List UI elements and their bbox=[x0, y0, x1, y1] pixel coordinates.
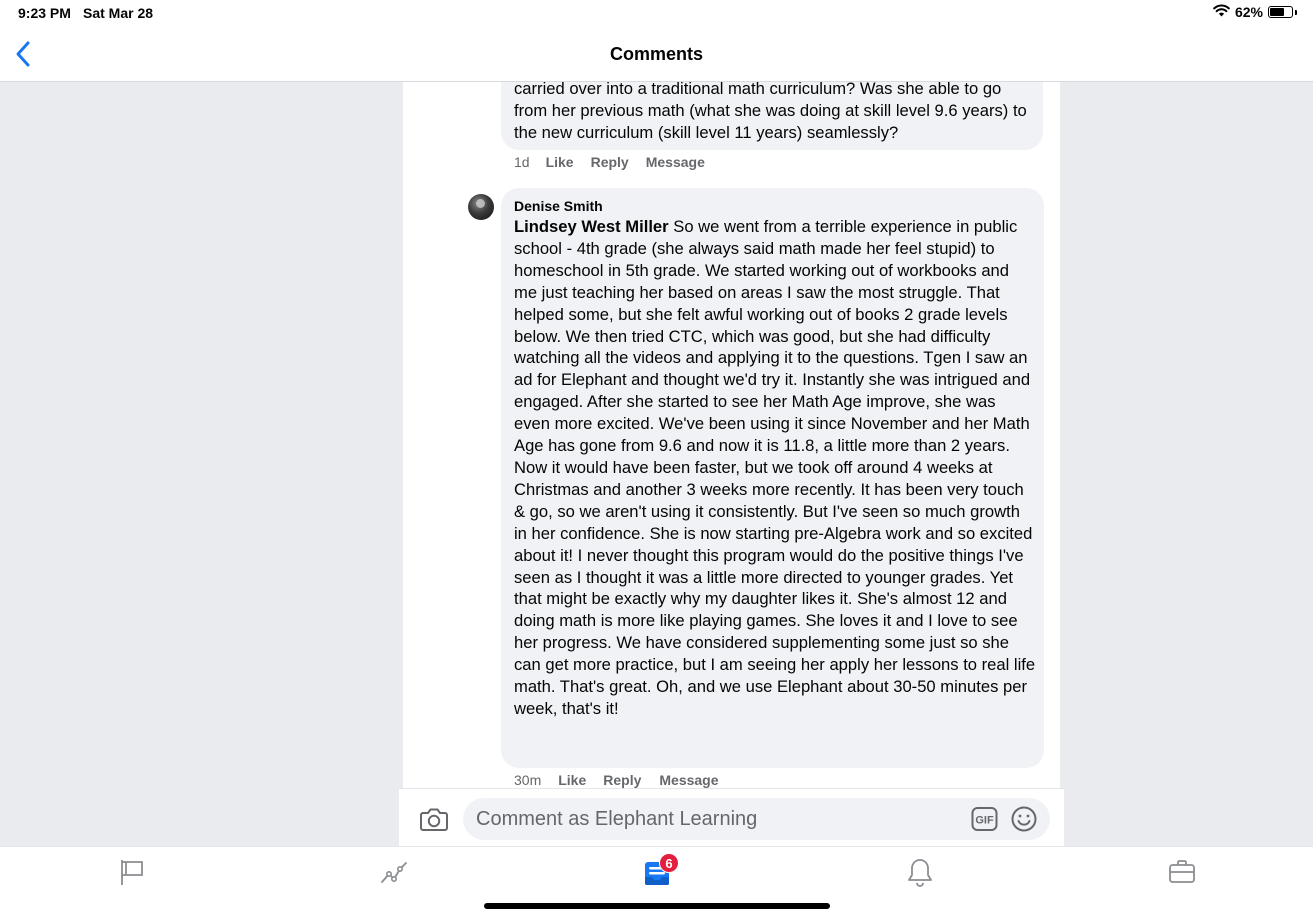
comment-author[interactable]: Denise Smith bbox=[514, 198, 1032, 214]
comment-input[interactable] bbox=[463, 798, 1050, 840]
camera-button[interactable] bbox=[419, 805, 449, 833]
tab-insights[interactable] bbox=[380, 857, 410, 887]
comment-time: 1d bbox=[514, 154, 530, 170]
battery-nub bbox=[1295, 9, 1297, 15]
message-button[interactable]: Message bbox=[646, 154, 705, 170]
page-title: Comments bbox=[609, 44, 703, 64]
mention-tag[interactable]: Lindsey West Miller bbox=[514, 217, 669, 236]
comment-time: 30m bbox=[514, 772, 542, 788]
camera-icon bbox=[420, 808, 448, 831]
comment-composer: GIF bbox=[399, 788, 1064, 846]
emoji-button[interactable] bbox=[1011, 806, 1037, 832]
gif-label: GIF bbox=[975, 815, 994, 827]
reply-button[interactable]: Reply bbox=[603, 772, 641, 788]
status-time: 9:23 PM bbox=[18, 5, 71, 21]
smiley-icon bbox=[1011, 806, 1037, 832]
briefcase-icon bbox=[1169, 860, 1195, 883]
flag-icon bbox=[121, 860, 143, 885]
comment-text: carried over into a traditional math cur… bbox=[514, 82, 1027, 142]
gif-icon: GIF bbox=[971, 807, 998, 831]
tab-pages[interactable] bbox=[117, 857, 147, 887]
like-button[interactable]: Like bbox=[546, 154, 574, 170]
home-indicator[interactable] bbox=[484, 903, 830, 909]
like-button[interactable]: Like bbox=[558, 772, 586, 788]
reply-button[interactable]: Reply bbox=[591, 154, 629, 170]
comment-body-text: So we went from a terrible experience in… bbox=[514, 217, 1036, 718]
comments-list[interactable]: carried over into a traditional math cur… bbox=[403, 82, 1060, 788]
status-bar: 9:23 PM Sat Mar 28 62% bbox=[0, 0, 1313, 28]
tab-tools[interactable] bbox=[1167, 857, 1197, 887]
comment-actions: 30m Like Reply Message bbox=[514, 772, 719, 788]
nav-bar: Comments bbox=[0, 28, 1313, 82]
battery-icon bbox=[1268, 6, 1293, 18]
comment-bubble[interactable]: Denise Smith Lindsey West Miller So we w… bbox=[501, 188, 1044, 768]
wifi-icon bbox=[1213, 4, 1230, 20]
avatar[interactable] bbox=[468, 194, 494, 220]
battery-percent: 62% bbox=[1234, 4, 1263, 20]
notification-badge: 6 bbox=[659, 853, 679, 873]
comment-text: Lindsey West Miller So we went from a te… bbox=[514, 216, 1036, 720]
comment-actions: 1d Like Reply Message bbox=[514, 154, 705, 170]
gif-button[interactable]: GIF bbox=[971, 806, 998, 832]
comment-bubble[interactable]: carried over into a traditional math cur… bbox=[501, 82, 1043, 150]
activity-icon bbox=[381, 862, 407, 883]
message-button[interactable]: Message bbox=[659, 772, 718, 788]
tab-notifications[interactable] bbox=[905, 857, 935, 887]
battery-level bbox=[1270, 8, 1285, 16]
status-indicators: 62% bbox=[1213, 4, 1297, 20]
bell-icon bbox=[908, 859, 932, 887]
status-date: Sat Mar 28 bbox=[83, 5, 154, 21]
